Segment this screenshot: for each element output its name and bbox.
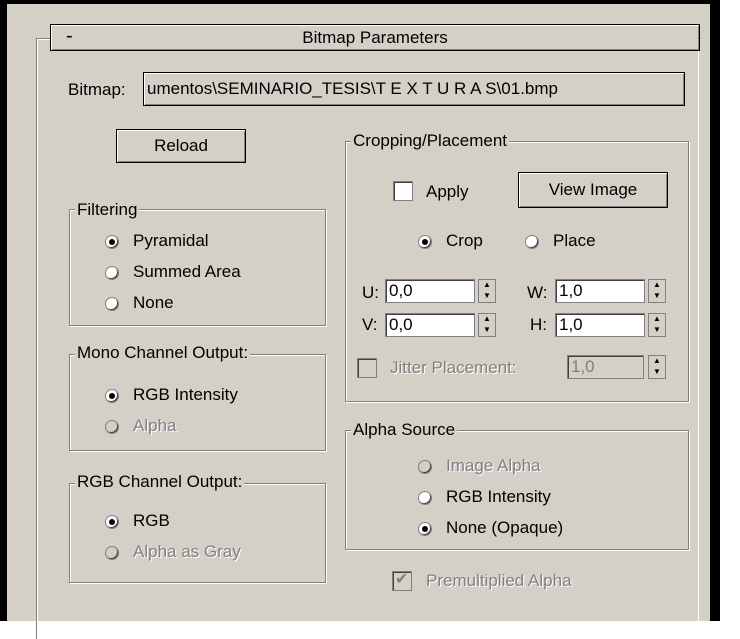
alpha-source-title: Alpha Source [351,420,458,440]
mono-channel-output-title: Mono Channel Output: [75,343,251,363]
spinner-up-icon[interactable]: ▲ [479,314,495,325]
u-field[interactable]: 0,0 [385,279,475,303]
filtering-summed-area-radio[interactable] [105,266,119,280]
rgb-output-alpha-as-gray-label: Alpha as Gray [133,542,241,561]
spinner-down-icon[interactable]: ▼ [649,291,665,302]
radio-selected-dot [109,239,115,245]
filtering-title: Filtering [75,200,140,220]
premultiplied-alpha-checkbox: ✔ [392,571,412,591]
jitter-placement-checkbox [357,358,377,378]
filtering-pyramidal-label[interactable]: Pyramidal [133,231,209,251]
filtering-none-radio[interactable] [105,297,119,311]
spinner-up-icon[interactable]: ▲ [479,280,495,291]
radio-selected-dot [422,526,428,532]
cropping-placement-title: Cropping/Placement [351,131,510,151]
h-field[interactable]: 1,0 [555,313,645,337]
spinner-down-icon: ▼ [653,367,661,376]
bitmap-path-button[interactable]: umentos\SEMINARIO_TESIS\T E X T U R A S\… [143,72,685,106]
mono-rgb-intensity-label[interactable]: RGB Intensity [133,385,238,405]
window-border-left [0,0,7,621]
v-label: V: [362,315,378,334]
mono-alpha-radio [105,420,119,434]
w-spinner[interactable]: ▲ ▼ [648,279,666,303]
bitmap-label: Bitmap: [68,80,126,99]
spinner-down-icon[interactable]: ▼ [479,325,495,336]
spinner-down-icon[interactable]: ▼ [479,291,495,302]
crop-radio[interactable] [418,235,432,249]
none-opaque-radio[interactable] [418,522,432,536]
jitter-placement-label: Jitter Placement: [390,358,517,377]
window-border-right [710,0,720,621]
mono-rgb-intensity-radio[interactable] [105,389,119,403]
reload-button[interactable]: Reload [116,129,246,163]
rgb-output-alpha-as-gray-radio [105,546,119,560]
spinner-up-icon[interactable]: ▲ [649,314,665,325]
checkmark-icon: ✔ [395,571,409,588]
mono-alpha-label: Alpha [133,416,177,435]
premultiplied-alpha-label: Premultiplied Alpha [426,571,572,590]
jitter-field: 1,0 [567,355,644,379]
alpha-rgb-intensity-label[interactable]: RGB Intensity [446,487,551,507]
radio-selected-dot [109,519,115,525]
spinner-up-icon: ▲ [653,356,661,365]
rgb-output-rgb-label[interactable]: RGB [133,511,170,531]
v-field[interactable]: 0,0 [385,313,475,337]
v-spinner[interactable]: ▲ ▼ [478,313,496,337]
crop-label[interactable]: Crop [446,231,483,251]
w-field[interactable]: 1,0 [555,279,645,303]
place-radio[interactable] [525,235,539,249]
u-label: U: [362,283,379,302]
apply-checkbox[interactable] [393,181,413,201]
u-spinner[interactable]: ▲ ▼ [478,279,496,303]
h-spinner[interactable]: ▲ ▼ [648,313,666,337]
window-border-top [0,0,720,4]
none-opaque-label[interactable]: None (Opaque) [446,518,563,538]
radio-selected-dot [422,239,428,245]
rollout-frame-right [698,38,699,638]
filtering-none-label[interactable]: None [133,293,174,313]
image-alpha-label: Image Alpha [446,456,541,475]
alpha-rgb-intensity-radio[interactable] [418,491,432,505]
rgb-channel-output-group [69,483,326,583]
rgb-output-rgb-radio[interactable] [105,515,119,529]
rollout-title: Bitmap Parameters [302,28,448,47]
spinner-down-icon[interactable]: ▼ [649,325,665,336]
h-label: H: [530,315,547,334]
view-image-button[interactable]: View Image [518,172,668,208]
filtering-pyramidal-radio[interactable] [105,235,119,249]
rgb-channel-output-title: RGB Channel Output: [75,472,245,492]
filtering-summed-area-label[interactable]: Summed Area [133,262,241,282]
spinner-up-icon[interactable]: ▲ [649,280,665,291]
w-label: W: [527,283,548,302]
jitter-spinner: ▲ ▼ [648,355,666,379]
image-alpha-radio [418,460,432,474]
radio-selected-dot [109,393,115,399]
apply-label[interactable]: Apply [426,182,469,202]
place-label[interactable]: Place [553,231,596,251]
